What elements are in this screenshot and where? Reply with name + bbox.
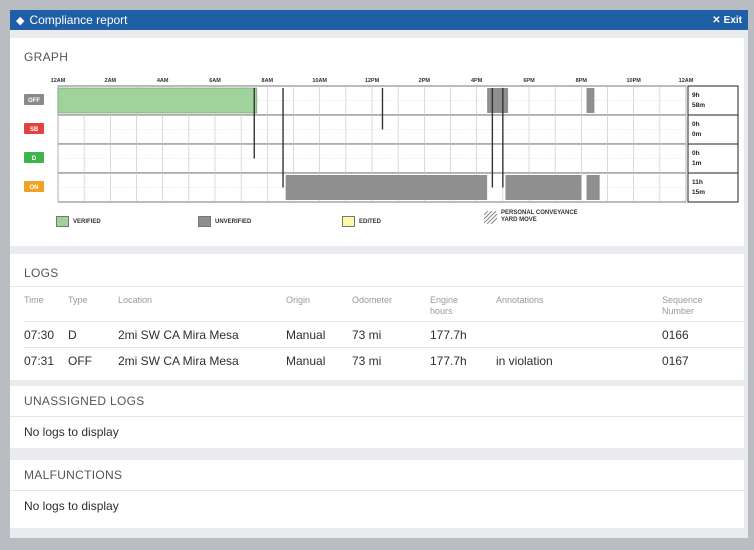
legend-personal-conveyance: PERSONAL CONVEYANCE YARD MOVE [484,210,578,224]
row-total-hours: 9h [692,92,700,99]
graph-title: GRAPH [24,50,69,64]
time-tick-label: 4AM [157,78,169,84]
unverified-swatch [198,216,211,227]
legend-edited: EDITED [342,216,381,227]
time-tick-label: 10AM [312,78,327,84]
time-tick-label: 8AM [262,78,274,84]
col-annotations: Annotations [496,295,544,305]
titlebar: ◆ Compliance report ✕ Exit [10,10,748,30]
col-odometer: Odometer [352,295,393,305]
time-tick-label: 12PM [365,78,380,84]
unverified-segment [487,88,509,113]
legend-verified-label: VERIFIED [73,218,101,225]
row-total-minutes: 1m [692,160,702,167]
col-origin: Origin [286,295,311,305]
duty-status-graph: 12AM 2AM 4AM 6AM 8AM 10AM 12PM 2PM 4PM 6PM 8PM 10PM… [24,78,739,203]
cell-origin: Manual [286,321,352,348]
cell-location: 2mi SW CA Mira Mesa [118,321,286,348]
row-total-minutes: 0m [692,131,702,138]
logs-section: LOGS Time Type Location Origin Odometer … [10,254,748,380]
exit-label: Exit [723,14,742,26]
cell-origin: Manual [286,347,352,373]
status-badge-label: OFF [28,98,40,104]
cell-sequence: 0167 [662,347,748,373]
logs-table: Time Type Location Origin Odometer Engin… [24,287,748,373]
page-title: Compliance report [29,13,128,27]
col-time: Time [24,295,44,305]
graph-section: GRAPH 12AM 2AM 4AM 6AM 8AM 10AM 12PM 2PM 4PM 6PM 8… [10,38,744,246]
row-total-hours: 0h [692,121,700,128]
verified-swatch [56,216,69,227]
row-total-minutes: 58m [692,102,705,109]
unverified-segment [586,88,595,113]
unverified-segment [586,175,600,200]
status-badge-label: ON [30,185,39,191]
unverified-segment [505,175,582,200]
col-type: Type [68,295,88,305]
legend-yard-move-label: YARD MOVE [501,217,537,223]
time-tick-label: 12AM [679,78,694,84]
cell-engine-hours: 177.7h [430,321,496,348]
col-location: Location [118,295,153,305]
legend-unverified-label: UNVERIFIED [215,218,252,225]
malfunctions-section: MALFUNCTIONS No logs to display [10,460,744,528]
logs-header-row: Time Type Location Origin Odometer Engin… [24,287,748,322]
compliance-report-window: ◆ Compliance report ✕ Exit GRAPH 12AM 2AM… [10,10,748,538]
cell-type: OFF [68,347,118,373]
cell-sequence: 0166 [662,321,748,348]
cell-annotations [496,321,662,348]
unassigned-empty-message: No logs to display [24,425,119,439]
legend-verified: VERIFIED [56,216,101,227]
verified-segment [57,87,258,114]
hatch-swatch-icon [484,210,497,224]
cell-annotations: in violation [496,347,662,373]
back-arrow-icon: ◆ [16,14,25,27]
time-tick-label: 8PM [576,78,588,84]
unverified-segment [285,175,488,200]
legend-unverified: UNVERIFIED [198,216,251,227]
time-tick-label: 12AM [51,78,66,84]
cell-time: 07:31 [24,347,68,373]
legend-personal-conveyance-label: PERSONAL CONVEYANCE [501,210,578,216]
unassigned-logs-title: UNASSIGNED LOGS [10,386,744,417]
time-tick-label: 6AM [209,78,221,84]
time-tick-label: 4PM [471,78,483,84]
row-total-box [687,172,739,203]
back-button[interactable]: ◆ Compliance report [16,13,128,27]
legend-edited-label: EDITED [359,218,382,225]
row-total-box [687,85,739,116]
cell-location: 2mi SW CA Mira Mesa [118,347,286,373]
time-tick-label: 6PM [523,78,535,84]
close-icon: ✕ [712,14,721,26]
cell-odometer: 73 mi [352,321,430,348]
edited-swatch [342,216,355,227]
time-tick-label: 2AM [105,78,117,84]
graph-legend: VERIFIED UNVERIFIED EDITED PERSONAL CONV… [56,210,644,236]
row-total-box [687,114,739,145]
status-badge-label: D [32,156,37,162]
cell-time: 07:30 [24,321,68,348]
table-row[interactable]: 07:31 OFF 2mi SW CA Mira Mesa Manual 73 … [24,347,748,373]
col-engine-hours: Engine hours [430,295,459,316]
logs-title: LOGS [10,254,744,287]
row-total-minutes: 15m [692,189,705,196]
unassigned-logs-section: UNASSIGNED LOGS No logs to display [10,386,744,448]
time-tick-label: 10PM [626,78,641,84]
exit-button[interactable]: ✕ Exit [712,15,742,26]
col-sequence: Sequence Number [662,295,703,316]
time-tick-label: 2PM [419,78,431,84]
malfunctions-title: MALFUNCTIONS [10,460,744,491]
table-row[interactable]: 07:30 D 2mi SW CA Mira Mesa Manual 73 mi… [24,321,748,348]
row-total-box [687,143,739,174]
status-badge-label: SB [30,127,39,133]
malfunctions-empty-message: No logs to display [24,499,119,513]
row-total-hours: 0h [692,150,700,157]
cell-odometer: 73 mi [352,347,430,373]
cell-engine-hours: 177.7h [430,347,496,373]
cell-type: D [68,321,118,348]
row-total-hours: 11h [692,179,703,186]
